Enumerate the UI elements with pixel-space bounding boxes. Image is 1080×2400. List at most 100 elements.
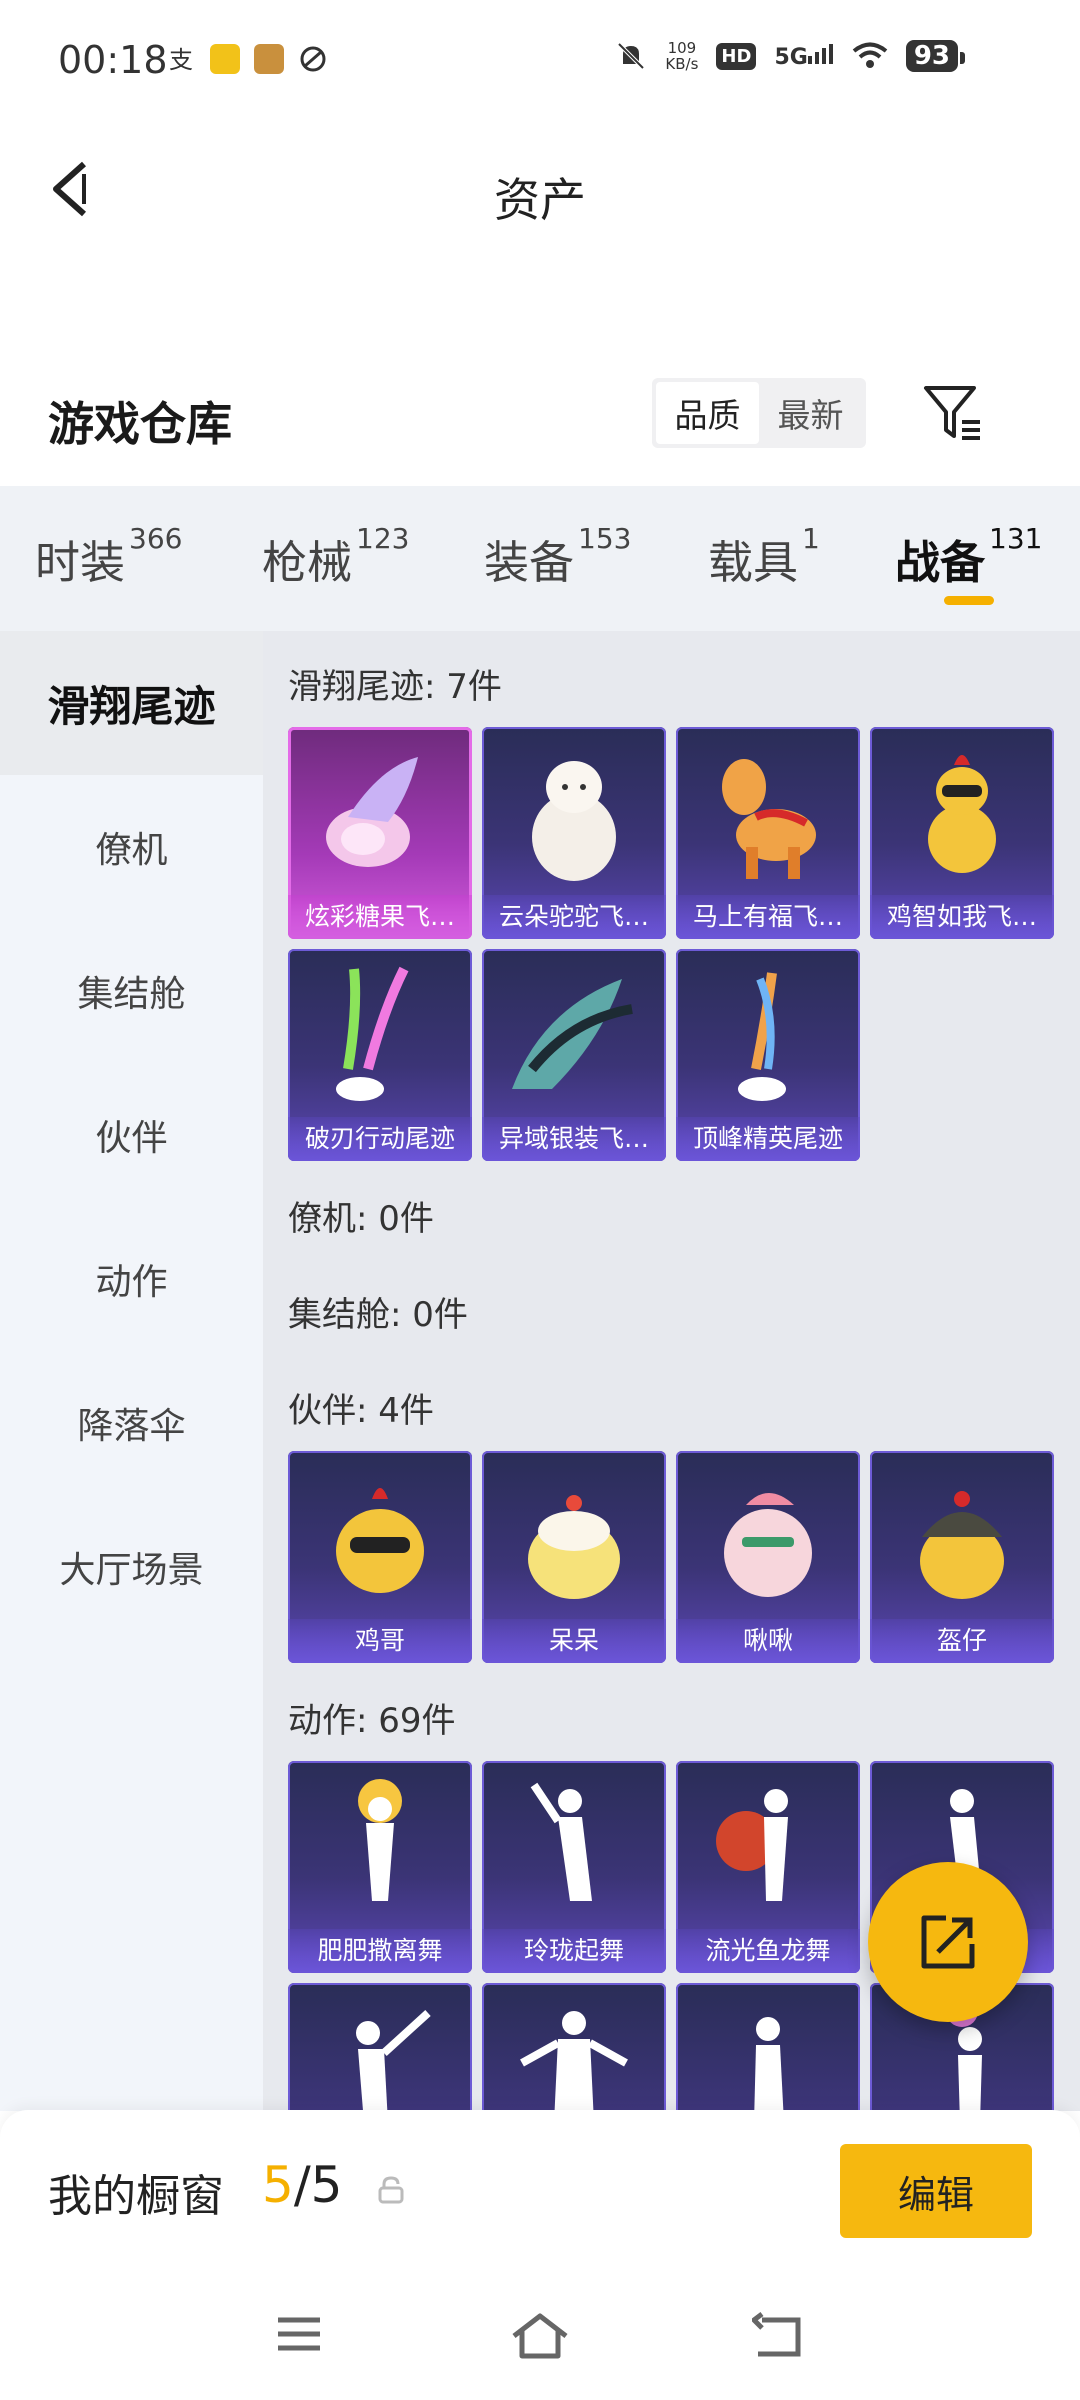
item-name: 破刃行动尾迹 xyxy=(288,1117,472,1161)
signal-bars-icon xyxy=(807,44,833,64)
item-card[interactable]: 顶峰精英尾迹 xyxy=(676,949,860,1161)
item-name: 玲珑起舞 xyxy=(482,1929,666,1973)
system-nav-bar xyxy=(0,2300,1080,2380)
dance-figure-icon xyxy=(356,2010,431,2111)
sidebar-item-emote[interactable]: 动作 xyxy=(0,1207,263,1351)
dance-figure-icon xyxy=(716,1789,788,1901)
section-title-partner: 伙伴: 4件 xyxy=(288,1391,434,1431)
item-card[interactable] xyxy=(288,1983,472,2111)
sort-quality-button[interactable]: 品质 xyxy=(656,382,759,444)
elite-trail-icon xyxy=(738,972,786,1101)
sidebar-item-partner[interactable]: 伙伴 xyxy=(0,1063,263,1207)
section-title-wingman: 僚机: 0件 xyxy=(288,1199,434,1239)
menu-icon[interactable] xyxy=(274,2312,324,2356)
item-name: 云朵驼驼飞… xyxy=(482,895,666,939)
item-name: 鸡智如我飞… xyxy=(870,895,1054,939)
active-tab-indicator xyxy=(944,596,994,605)
share-fab[interactable] xyxy=(868,1862,1028,2022)
sidebar-item-wingman[interactable]: 僚机 xyxy=(0,775,263,919)
item-card[interactable] xyxy=(482,1983,666,2111)
partner-jiujiu-icon xyxy=(724,1493,812,1597)
category-tabs: 时装 366 枪械 123 装备 153 载具 1 战备 131 xyxy=(0,486,1080,631)
tab-equipment[interactable]: 装备 153 xyxy=(484,522,631,591)
showcase-label: 我的橱窗 xyxy=(48,2171,224,2222)
alipay-icon: 支 xyxy=(169,46,193,74)
candy-trail-icon xyxy=(326,757,418,867)
dance-figure-icon xyxy=(754,2017,784,2111)
status-bar: 00:18 支 109 KB/s HD 5G 93 xyxy=(0,0,1080,124)
sidebar-item-glide-trail[interactable]: 滑翔尾迹 xyxy=(0,631,263,775)
section-title-pod: 集结舱: 0件 xyxy=(288,1295,468,1335)
dance-figure-icon xyxy=(520,2011,628,2111)
item-card[interactable]: 马上有福飞… xyxy=(676,727,860,939)
share-external-icon xyxy=(921,1915,975,1969)
top-bar: 资产 xyxy=(0,124,1080,254)
system-icons: 109 KB/s HD 5G 93 xyxy=(615,39,966,73)
app-notification-icon xyxy=(254,44,284,74)
item-card[interactable]: 鸡智如我飞… xyxy=(870,727,1054,939)
dance-figure-icon xyxy=(358,1779,402,1901)
item-name: 流光鱼龙舞 xyxy=(676,1929,860,1973)
item-name: 异域银装飞… xyxy=(482,1117,666,1161)
item-card[interactable]: 玲珑起舞 xyxy=(482,1761,666,1973)
partner-kuizai-icon xyxy=(920,1491,1004,1599)
page-title: 资产 xyxy=(494,173,586,227)
item-name: 马上有福飞… xyxy=(676,895,860,939)
item-card[interactable]: 啾啾 xyxy=(676,1451,860,1663)
subcategory-sidebar: 滑翔尾迹 僚机 集结舱 伙伴 动作 降落伞 大厅场景 xyxy=(0,631,263,2111)
sidebar-item-parachute[interactable]: 降落伞 xyxy=(0,1351,263,1495)
app-notification-icon xyxy=(210,44,240,74)
hd-badge: HD xyxy=(716,42,757,70)
alpaca-icon xyxy=(532,761,616,881)
showcase-count: 5/5 xyxy=(262,2156,343,2214)
item-card[interactable]: 异域银装飞… xyxy=(482,949,666,1161)
partner-daidai-icon xyxy=(528,1495,620,1599)
notification-icons: 支 xyxy=(166,44,328,74)
network-speed: 109 KB/s xyxy=(665,39,699,73)
lock-icon xyxy=(378,2176,404,2204)
home-icon[interactable] xyxy=(510,2312,570,2360)
mute-bell-icon xyxy=(618,42,645,70)
tab-fashion[interactable]: 时装 366 xyxy=(35,522,182,591)
item-name: 盔仔 xyxy=(870,1619,1054,1663)
battery-indicator: 93 xyxy=(905,40,966,72)
dance-figure-icon xyxy=(530,1782,592,1901)
sort-toggle: 品质 最新 xyxy=(652,378,866,448)
section-title-glide: 滑翔尾迹: 7件 xyxy=(288,667,502,707)
silver-wing-icon xyxy=(512,979,633,1089)
filter-icon[interactable] xyxy=(920,382,986,444)
tab-vehicles[interactable]: 载具 1 xyxy=(708,522,820,591)
item-card[interactable]: 破刃行动尾迹 xyxy=(288,949,472,1161)
chicken-icon xyxy=(928,755,996,873)
sidebar-item-rally-pod[interactable]: 集结舱 xyxy=(0,919,263,1063)
item-name: 鸡哥 xyxy=(288,1619,472,1663)
item-card[interactable]: 肥肥撒离舞 xyxy=(288,1761,472,1973)
item-card[interactable]: 炫彩糖果飞… xyxy=(288,727,472,939)
item-card[interactable]: 鸡哥 xyxy=(288,1451,472,1663)
edit-button[interactable]: 编辑 xyxy=(840,2144,1032,2238)
item-card[interactable]: 呆呆 xyxy=(482,1451,666,1663)
tab-weapons[interactable]: 枪械 123 xyxy=(262,522,409,591)
back-nav-icon[interactable] xyxy=(752,2312,806,2360)
horse-icon xyxy=(722,759,816,879)
signal-indicator: 5G xyxy=(774,42,833,70)
sidebar-item-lobby-scene[interactable]: 大厅场景 xyxy=(0,1495,263,1639)
wifi-icon xyxy=(852,42,888,68)
tab-battle-prep[interactable]: 战备 131 xyxy=(895,522,1042,591)
blade-trail-icon xyxy=(336,966,409,1101)
item-card[interactable]: 云朵驼驼飞… xyxy=(482,727,666,939)
sort-latest-button[interactable]: 最新 xyxy=(759,382,862,444)
warehouse-title: 游戏仓库 xyxy=(48,397,232,451)
item-name: 炫彩糖果飞… xyxy=(288,895,472,939)
showcase-bar: 我的橱窗 5/5 编辑 xyxy=(0,2110,1080,2400)
link-icon xyxy=(300,46,326,72)
item-name: 啾啾 xyxy=(676,1619,860,1663)
item-card[interactable] xyxy=(676,1983,860,2111)
clock: 00:18 xyxy=(58,38,168,82)
item-card[interactable]: 盔仔 xyxy=(870,1451,1054,1663)
section-title-emote: 动作: 69件 xyxy=(288,1701,456,1741)
partner-chick-icon xyxy=(336,1488,424,1593)
item-name: 呆呆 xyxy=(482,1619,666,1663)
item-name: 肥肥撒离舞 xyxy=(288,1929,472,1973)
item-card[interactable]: 流光鱼龙舞 xyxy=(676,1761,860,1973)
